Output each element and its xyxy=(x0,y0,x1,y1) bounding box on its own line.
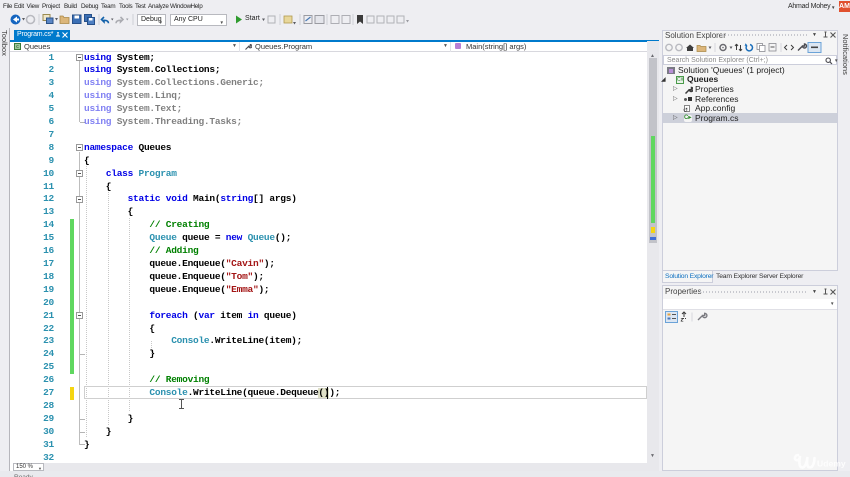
svg-text:z: z xyxy=(681,318,684,324)
svg-text:Udemy: Udemy xyxy=(817,459,846,469)
